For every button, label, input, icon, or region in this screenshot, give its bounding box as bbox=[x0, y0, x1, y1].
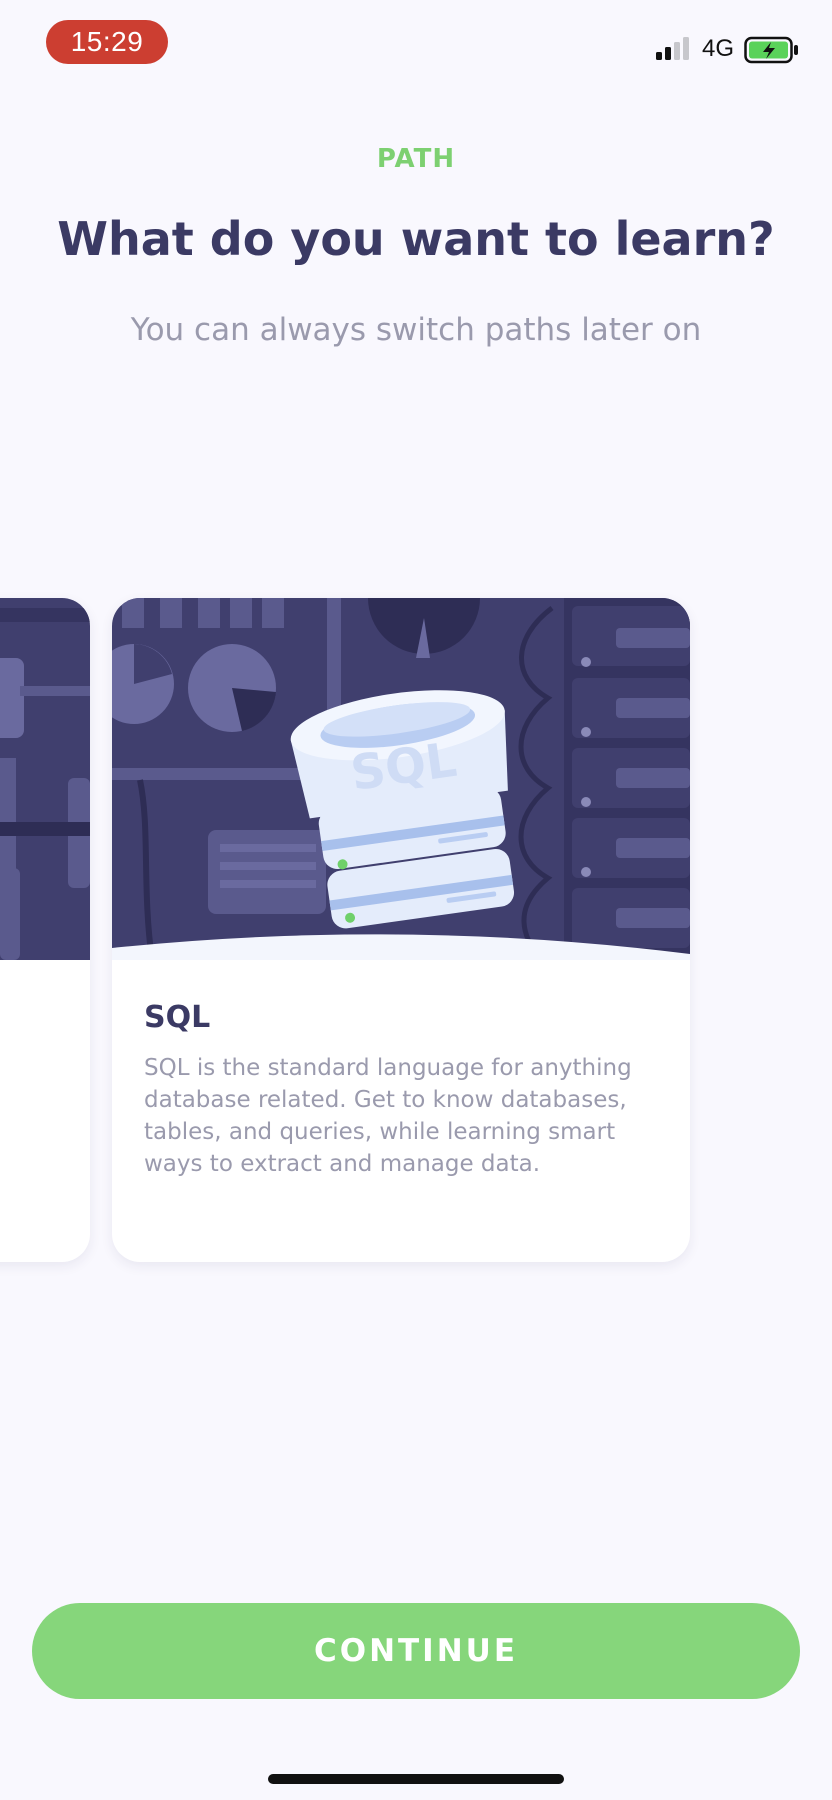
path-card-sql[interactable]: SQL SQL SQL is the standard language for… bbox=[112, 598, 690, 1262]
card-title: SQL bbox=[144, 1000, 211, 1035]
home-indicator[interactable] bbox=[268, 1774, 564, 1784]
previous-card-illustration bbox=[0, 598, 90, 960]
cellular-signal-icon bbox=[656, 37, 689, 60]
network-type: 4G bbox=[702, 35, 735, 62]
sql-database-illustration: SQL bbox=[112, 598, 690, 960]
card-description: SQL is the standard language for anythin… bbox=[144, 1055, 632, 1177]
page-title: What do you want to learn? bbox=[57, 212, 775, 266]
section-eyebrow: PATH bbox=[376, 144, 456, 174]
battery-charging-icon bbox=[744, 36, 798, 64]
status-time: 15:29 bbox=[46, 20, 168, 64]
page-subtitle: You can always switch paths later on bbox=[130, 312, 702, 348]
path-card-previous[interactable]: er bbox=[0, 598, 90, 1262]
continue-button[interactable]: CONTINUE bbox=[32, 1603, 800, 1699]
